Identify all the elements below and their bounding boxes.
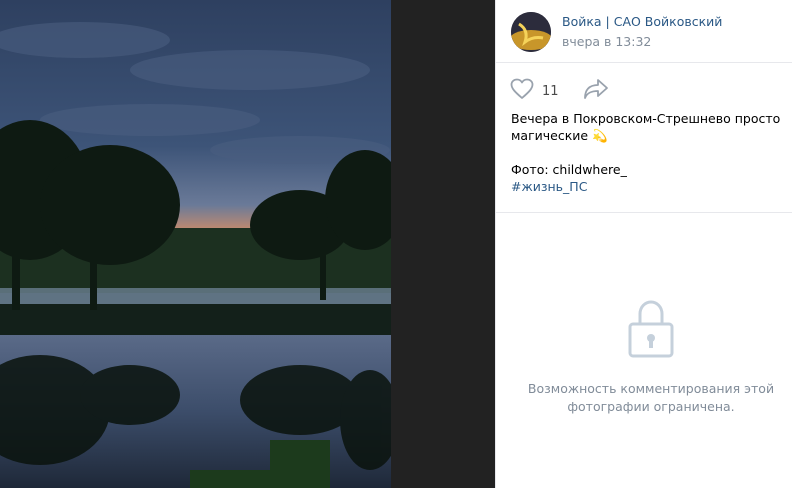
photo-viewer[interactable] xyxy=(0,0,495,488)
divider xyxy=(496,212,792,213)
post-sidebar: Войка | САО Войковский вчера в 13:32 11 … xyxy=(495,0,792,488)
author-name-link[interactable]: Войка | САО Войковский xyxy=(562,14,722,29)
like-count: 11 xyxy=(542,83,559,99)
share-button[interactable] xyxy=(583,78,609,104)
photo-image xyxy=(0,0,391,488)
share-arrow-icon xyxy=(583,78,609,104)
comments-restricted-notice: Возможность комментирования этой фотогра… xyxy=(516,380,786,416)
comments-restricted-line1: Возможность комментирования этой xyxy=(527,381,775,396)
post-text-line1: Вечера в Покровском-Стрешнево просто xyxy=(511,111,781,126)
post-text: Вечера в Покровском-Стрешнево просто маг… xyxy=(511,110,781,195)
heart-icon xyxy=(510,78,534,104)
post-header: Войка | САО Войковский вчера в 13:32 xyxy=(496,0,792,63)
post-actions: 11 xyxy=(510,78,609,104)
like-button[interactable]: 11 xyxy=(510,78,559,104)
hashtag-link[interactable]: #жизнь_ПС xyxy=(511,178,781,195)
post-date[interactable]: вчера в 13:32 xyxy=(562,34,651,49)
post-text-line2-text: магические xyxy=(511,128,589,143)
sparkle-emoji: 💫 xyxy=(592,128,608,143)
avatar[interactable] xyxy=(511,12,551,52)
post-text-line2: магические 💫 xyxy=(511,127,781,144)
comments-restricted-line2: фотографии ограничена. xyxy=(567,399,735,414)
photo-credit: Фото: childwhere_ xyxy=(511,162,627,177)
lock-icon xyxy=(628,300,674,362)
